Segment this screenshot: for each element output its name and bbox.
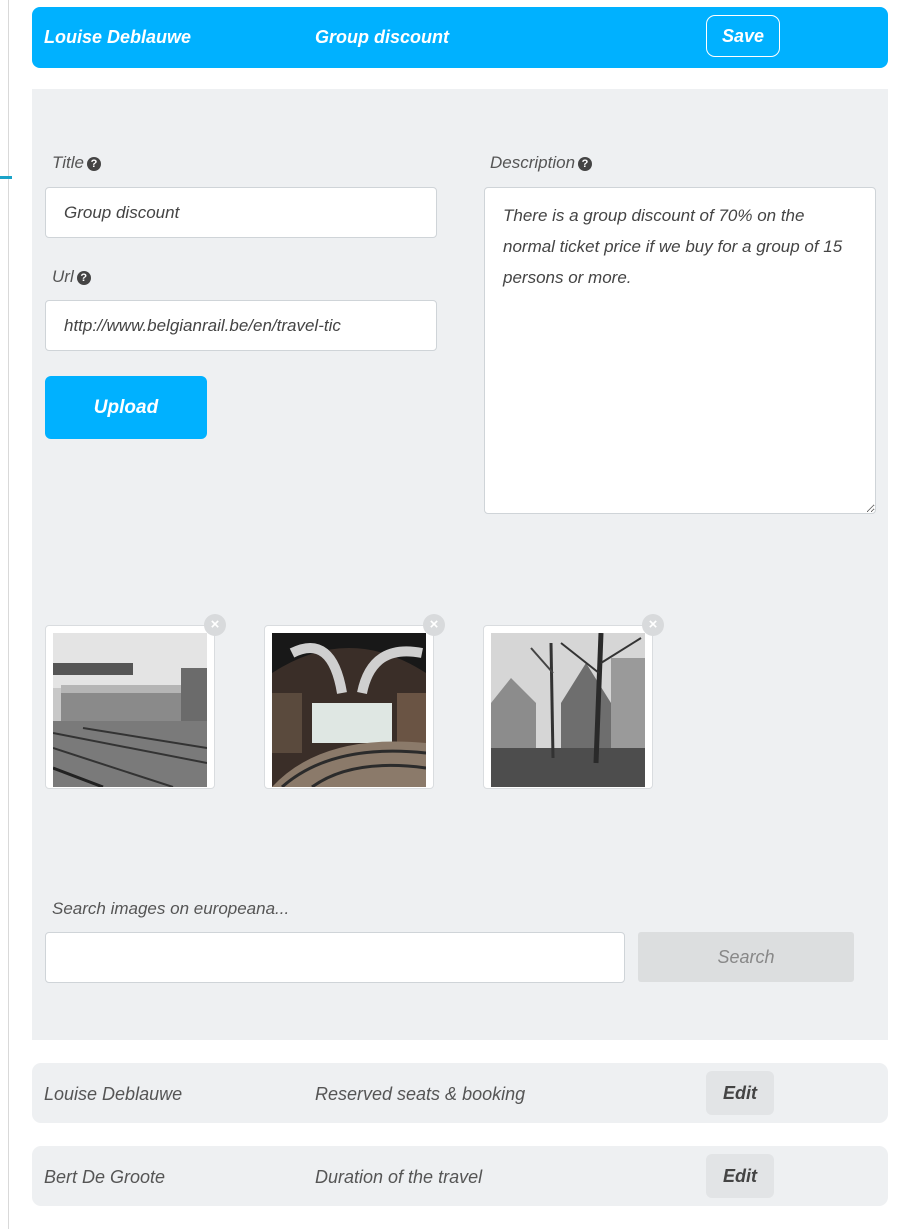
train-photo: [53, 633, 207, 787]
question-circle-icon[interactable]: ?: [76, 271, 91, 285]
tip-title: Reserved seats & booking: [315, 1084, 526, 1104]
search-input[interactable]: [45, 932, 625, 983]
save-button[interactable]: Save: [706, 15, 780, 57]
url-label: Url?: [52, 267, 91, 287]
question-circle-icon[interactable]: ?: [86, 157, 101, 171]
left-divider: [8, 0, 9, 1229]
author-name: Louise Deblauwe: [44, 1084, 183, 1104]
edit-panel: Title? Url? Upload Description? There is…: [32, 89, 888, 1040]
search-button[interactable]: Search: [638, 932, 854, 982]
description-field[interactable]: There is a group discount of 70% on the …: [484, 187, 876, 514]
author-name: Louise Deblauwe: [44, 27, 192, 47]
list-item: Bert De Groote Duration of the travel Ed…: [32, 1146, 888, 1206]
image-thumbnail[interactable]: ×: [264, 614, 445, 789]
image-thumbnail[interactable]: ×: [45, 614, 226, 789]
edit-button[interactable]: Edit: [706, 1154, 774, 1198]
search-label: Search images on europeana...: [52, 899, 290, 918]
list-item: Louise Deblauwe Reserved seats & booking…: [32, 1063, 888, 1123]
title-field[interactable]: [45, 187, 437, 238]
tip-title: Group discount: [315, 27, 449, 47]
description-label: Description?: [490, 153, 593, 173]
side-marker: [0, 176, 12, 179]
url-field[interactable]: [45, 300, 437, 351]
question-circle-icon[interactable]: ?: [578, 157, 593, 171]
trees-houses-photo: [491, 633, 645, 787]
edit-button[interactable]: Edit: [706, 1071, 774, 1115]
author-name: Bert De Groote: [44, 1167, 166, 1187]
upload-button[interactable]: Upload: [45, 376, 207, 439]
image-thumbnail[interactable]: ×: [483, 614, 664, 789]
station-hall-photo: [272, 633, 426, 787]
close-circle-icon[interactable]: ×: [423, 614, 445, 636]
close-circle-icon[interactable]: ×: [204, 614, 226, 636]
close-circle-icon[interactable]: ×: [642, 614, 664, 636]
title-label: Title?: [52, 153, 101, 173]
tip-title: Duration of the travel: [315, 1167, 483, 1187]
editing-header: Louise Deblauwe Group discount Save: [32, 7, 888, 68]
